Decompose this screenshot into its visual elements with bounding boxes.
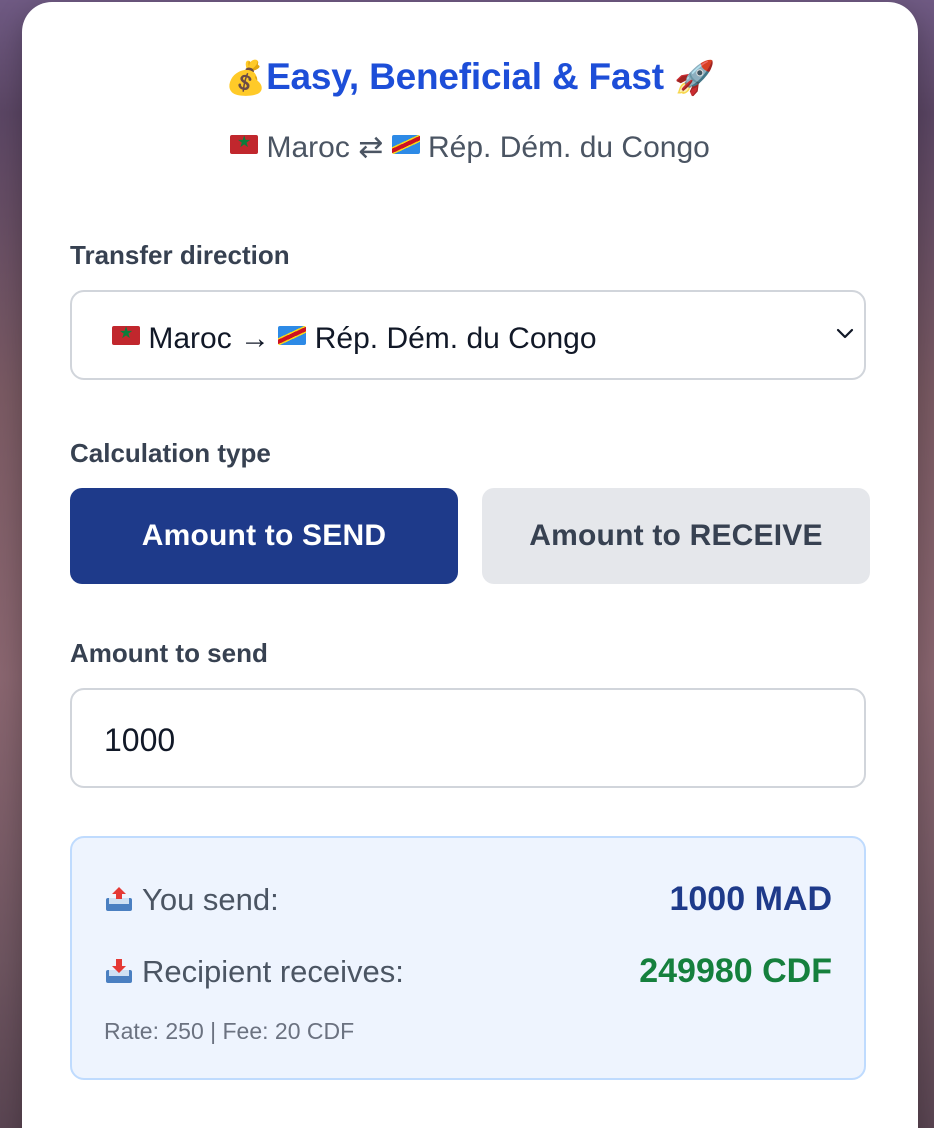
send-label: You send: [142, 882, 279, 917]
converter-card: 💰Easy, Beneficial & Fast 🚀 Maroc ⇄ Rép. … [22, 2, 918, 1128]
send-row: You send: 1000 MAD [104, 880, 832, 922]
morocco-flag-icon [230, 135, 259, 154]
rocket-icon: 🚀 [673, 59, 715, 96]
inbox-tray-icon [106, 959, 132, 983]
amount-label: Amount to send [70, 638, 268, 668]
subtitle-to: Rép. Dém. du Congo [428, 131, 710, 164]
direction-to: Rép. Dém. du Congo [314, 322, 597, 355]
calculation-type-label: Calculation type [70, 438, 271, 468]
subtitle-from: Maroc [266, 131, 350, 164]
receive-label: Recipient receives: [142, 954, 404, 989]
title-text: Easy, Beneficial & Fast [266, 56, 664, 97]
money-bag-icon: 💰 [225, 59, 267, 96]
amount-to-receive-button[interactable]: Amount to RECEIVE [482, 488, 870, 584]
receive-row-label-wrap: Recipient receives: [104, 954, 404, 990]
receive-row: Recipient receives: 249980 CDF [104, 952, 832, 994]
amount-input-value: 1000 [104, 722, 176, 758]
arrow-right-icon: → [240, 322, 271, 355]
page-title: 💰Easy, Beneficial & Fast 🚀 [22, 56, 918, 98]
transfer-direction-label: Transfer direction [70, 240, 290, 270]
drc-flag-icon [391, 135, 420, 154]
result-summary: You send: 1000 MAD Recipient receives: 2… [70, 836, 866, 1080]
send-row-label-wrap: You send: [104, 882, 279, 918]
morocco-flag-icon [112, 326, 140, 345]
outbox-tray-icon [106, 887, 132, 911]
transfer-direction-select[interactable]: Maroc → Rép. Dém. du Congo [70, 290, 866, 380]
drc-flag-icon [278, 326, 307, 345]
rate-fee-text: Rate: 250 | Fee: 20 CDF [104, 1018, 355, 1044]
amount-to-send-button[interactable]: Amount to SEND [70, 488, 458, 584]
amount-input[interactable]: 1000 [70, 688, 866, 788]
route-subtitle: Maroc ⇄ Rép. Dém. du Congo [22, 130, 918, 165]
send-amount: 1000 MAD [669, 880, 832, 918]
direction-from: Maroc [148, 322, 232, 355]
swap-icon: ⇄ [358, 131, 384, 164]
receive-amount: 249980 CDF [639, 952, 832, 990]
chevron-down-icon [836, 328, 854, 339]
transfer-direction-value: Maroc → Rép. Dém. du Congo [112, 322, 597, 356]
